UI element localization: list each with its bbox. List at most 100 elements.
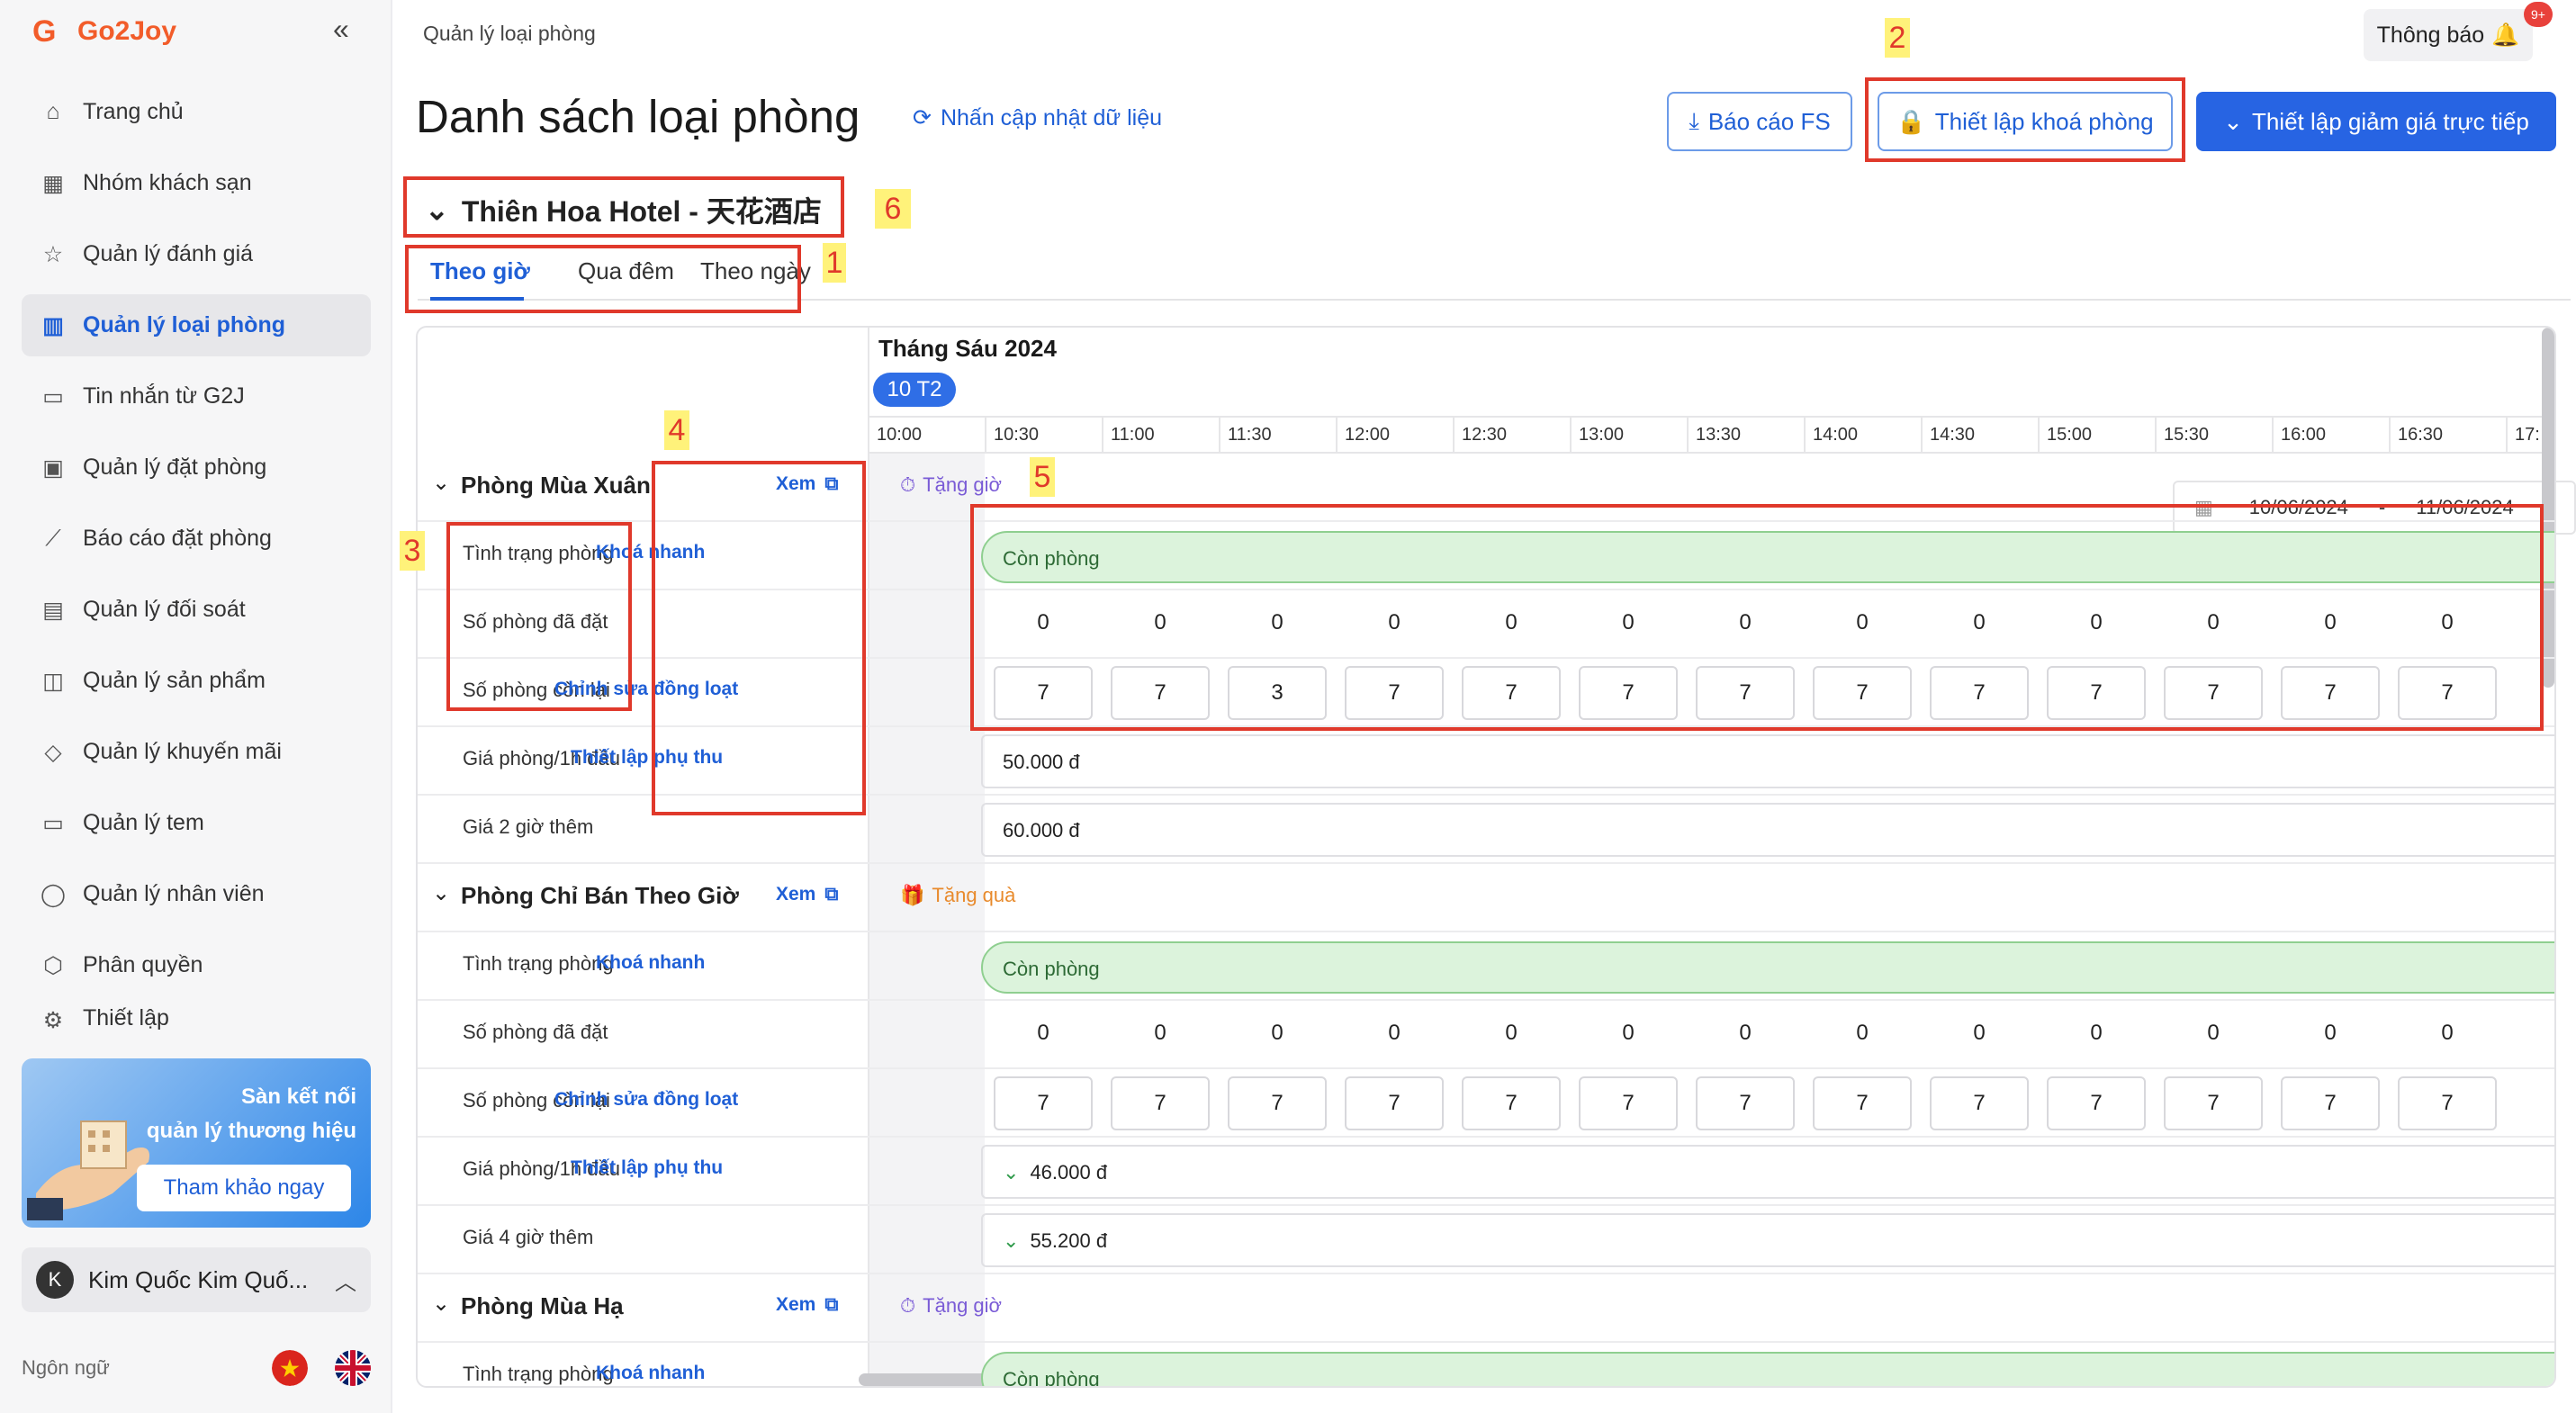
chevron-down-icon[interactable]: ⌄ — [432, 470, 450, 496]
remaining-rooms-input[interactable]: 7 — [1111, 1076, 1210, 1130]
sidebar-item-3[interactable]: ▥ Quản lý loại phòng — [22, 294, 371, 356]
booked-count-cell: 0 — [2207, 1021, 2220, 1045]
remaining-rooms-input[interactable]: 7 — [1579, 1076, 1678, 1130]
row-label: Tình trạng phòng — [463, 1363, 614, 1385]
remaining-rooms-input[interactable]: 7 — [1462, 1076, 1561, 1130]
notification-label: Thông báo — [2376, 22, 2485, 48]
time-slot-header: 12:30 — [1453, 418, 1570, 454]
annotation-box-4 — [652, 461, 866, 815]
sidebar-item-4[interactable]: ▭ Tin nhắn từ G2J — [22, 365, 371, 428]
price-field[interactable]: 60.000 đ — [981, 803, 2554, 857]
sidebar-item-12[interactable]: ⬡ Phân quyền — [22, 934, 371, 996]
sidebar-item-13[interactable]: ⚙ Thiết lập — [22, 1005, 371, 1041]
home-icon: ⌂ — [46, 99, 60, 124]
lock-action-link[interactable]: Khoá nhanh — [596, 952, 705, 974]
lock-action-link[interactable]: Khoá nhanh — [596, 1363, 705, 1384]
app-logo[interactable]: G Go2Joy — [32, 13, 176, 50]
chevron-down-icon[interactable]: ⌄ — [432, 880, 450, 906]
bell-icon: 🔔 — [2491, 22, 2520, 48]
booked-count-cell: 0 — [2090, 1021, 2103, 1045]
remaining-rooms-input[interactable]: 7 — [1345, 1076, 1444, 1130]
sidebar-item-2[interactable]: ☆ Quản lý đánh giá — [22, 223, 371, 285]
sidebar-item-7[interactable]: ▤ Quản lý đối soát — [22, 579, 371, 641]
sidebar-item-10[interactable]: ▭ Quản lý tem — [22, 792, 371, 854]
external-link-icon: ⧉ — [824, 884, 839, 904]
refresh-link[interactable]: ⟳ Nhấn cập nhật dữ liệu — [913, 104, 1162, 131]
view-room-link[interactable]: Xem ⧉ — [776, 1294, 838, 1316]
app-name: Go2Joy — [77, 16, 177, 46]
annotation-label-5: 5 — [1030, 457, 1055, 497]
promo-tag[interactable]: ⏱ Tặng giờ — [900, 473, 1002, 497]
sidebar-item-1[interactable]: ▦ Nhóm khách sạn — [22, 152, 371, 214]
promo-tag[interactable]: 🎁 Tặng quà — [900, 884, 1015, 907]
remaining-rooms-input[interactable]: 7 — [1696, 1076, 1795, 1130]
sidebar-item-0[interactable]: ⌂ Trang chủ — [22, 81, 371, 143]
time-slot-header: 13:30 — [1687, 418, 1804, 454]
calendar-month: Tháng Sáu 2024 — [878, 335, 1057, 362]
ticket-icon: ▭ — [42, 810, 64, 836]
view-room-link[interactable]: Xem ⧉ — [776, 884, 838, 905]
tag-icon: ◇ — [44, 739, 62, 765]
room-name: Phòng Mùa Xuân — [461, 472, 651, 499]
annotation-label-2: 2 — [1885, 18, 1910, 58]
room-status-bar[interactable]: Còn phòng — [981, 1352, 2554, 1386]
room-status-bar[interactable]: Còn phòng — [981, 941, 2554, 994]
promo-label: Tặng giờ — [923, 1294, 1002, 1317]
booked-count-cell: 0 — [1154, 1021, 1166, 1045]
notification-badge: 9+ — [2524, 2, 2553, 27]
remaining-rooms-input[interactable]: 7 — [1930, 1076, 2029, 1130]
promo-line1: Sàn kết nối — [240, 1084, 356, 1109]
price-field[interactable]: ⌄ 55.200 đ — [981, 1213, 2554, 1267]
annotation-box-3 — [446, 522, 632, 711]
sidebar-item-label: Quản lý sản phẩm — [83, 668, 266, 693]
sidebar: G Go2Joy « ⌂ Trang chủ ▦ Nhóm khách sạn ☆ Quả… — [0, 0, 392, 1413]
sidebar-item-label: Quản lý tem — [83, 810, 204, 835]
notification-button[interactable]: Thông báo 🔔 — [2364, 9, 2533, 61]
refresh-icon: ⟳ — [913, 105, 932, 130]
remaining-rooms-input[interactable]: 7 — [2281, 1076, 2380, 1130]
uk-flag-icon[interactable] — [335, 1350, 371, 1386]
discount-chevron-icon: ⌄ — [1003, 1229, 1020, 1252]
remaining-rooms-input[interactable]: 7 — [2047, 1076, 2146, 1130]
report-fs-button[interactable]: ⤓ Báo cáo FS — [1667, 92, 1852, 151]
sidebar-nav: ⌂ Trang chủ ▦ Nhóm khách sạn ☆ Quản lý đánh g… — [22, 81, 371, 1050]
remaining-rooms-input[interactable]: 7 — [2164, 1076, 2263, 1130]
remaining-rooms-input[interactable]: 7 — [2398, 1076, 2497, 1130]
sidebar-item-5[interactable]: ▣ Quản lý đặt phòng — [22, 436, 371, 499]
sidebar-item-11[interactable]: ◯ Quản lý nhân viên — [22, 863, 371, 925]
chevron-up-icon[interactable]: ︿ — [335, 1264, 356, 1296]
price-field[interactable]: ⌄ 46.000 đ — [981, 1145, 2554, 1199]
calendar-day[interactable]: 10 T2 — [873, 373, 956, 407]
receipt-icon: ▤ — [42, 597, 64, 623]
grid-icon: ▦ — [42, 170, 64, 196]
sidebar-item-8[interactable]: ◫ Quản lý sản phẩm — [22, 650, 371, 712]
surcharge-action-link[interactable]: Thiết lập phụ thu — [571, 1157, 723, 1179]
remaining-rooms-input[interactable]: 7 — [994, 1076, 1093, 1130]
room-section-header: ⌄ Phòng Chỉ Bán Theo Giờ Xem ⧉ 🎁 Tặng quà — [418, 864, 2554, 932]
message-icon: ▭ — [42, 383, 64, 410]
price-field[interactable]: 50.000 đ — [981, 734, 2554, 788]
booked-count-cell: 0 — [2441, 1021, 2454, 1045]
time-slot-header: 11:00 — [1102, 418, 1219, 454]
discount-setup-button[interactable]: ⌄ Thiết lập giảm giá trực tiếp — [2196, 92, 2556, 151]
bulk-action-link[interactable]: Chỉnh sửa đồng loạt — [554, 1089, 738, 1111]
chevron-down-icon[interactable]: ⌄ — [432, 1291, 450, 1317]
time-slot-header: 16:00 — [2272, 418, 2389, 454]
vietnam-flag-icon[interactable] — [272, 1350, 308, 1386]
discount-chevron-icon: ⌄ — [1003, 1161, 1020, 1184]
time-slot-header: 12:00 — [1336, 418, 1453, 454]
user-menu[interactable]: K Kim Quốc Kim Quố... ︿ — [22, 1247, 371, 1312]
promo-label: Tặng quà — [932, 884, 1016, 906]
remaining-rooms-input[interactable]: 7 — [1813, 1076, 1912, 1130]
sidebar-item-9[interactable]: ◇ Quản lý khuyến mãi — [22, 721, 371, 783]
promo-button[interactable]: Tham khảo ngay — [137, 1165, 351, 1211]
promo-tag[interactable]: ⏱ Tặng giờ — [900, 1294, 1002, 1318]
booked-count-cell: 0 — [2324, 1021, 2337, 1045]
collapse-sidebar-icon[interactable]: « — [333, 14, 358, 43]
row-label: Số phòng đã đặt — [463, 1021, 608, 1043]
view-label: Xem — [776, 884, 816, 904]
sidebar-item-6[interactable]: ⟋ Báo cáo đặt phòng — [22, 508, 371, 570]
remaining-rooms-input[interactable]: 7 — [1228, 1076, 1327, 1130]
booked-count-cell: 0 — [1973, 1021, 1986, 1045]
time-slot-header: 10:00 — [868, 418, 985, 454]
